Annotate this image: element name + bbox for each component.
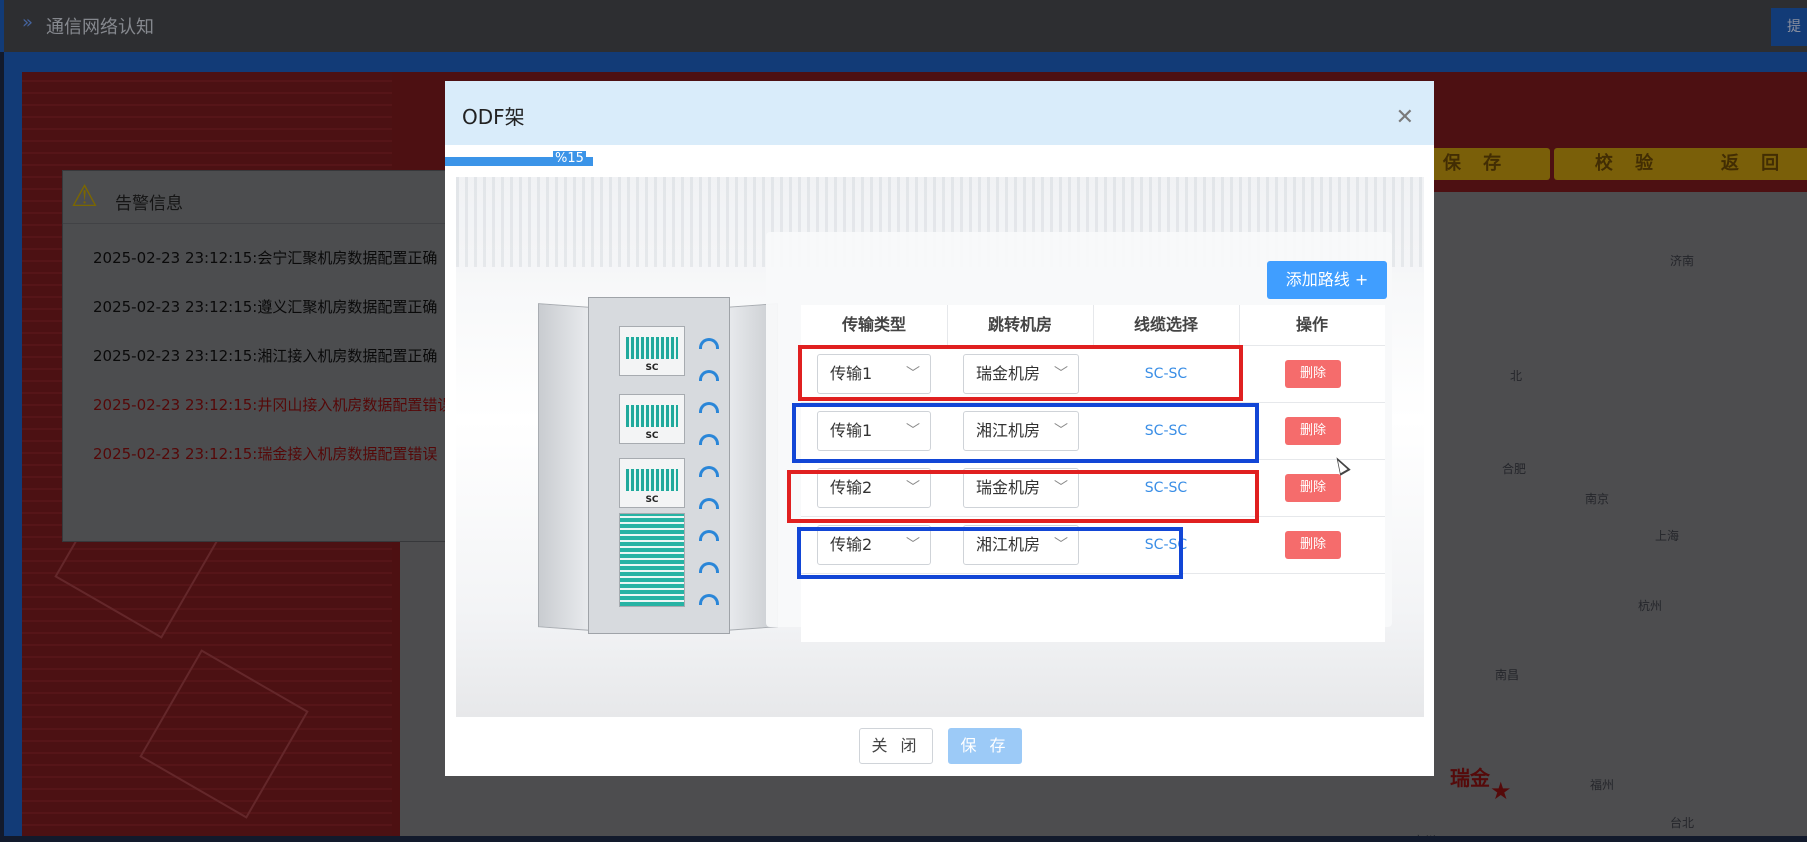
- cable-hook-icon: [699, 434, 719, 445]
- progress-text: %15: [553, 151, 586, 166]
- close-button[interactable]: 关 闭: [859, 728, 933, 764]
- cable-hook-icon: [699, 498, 719, 509]
- add-route-button[interactable]: 添加路线 +: [1267, 261, 1387, 299]
- save-button[interactable]: 保 存: [948, 728, 1022, 764]
- cable-hook-icon: [699, 338, 719, 349]
- table-header: 跳转机房: [987, 315, 1052, 334]
- cable-hook-icon: [699, 562, 719, 573]
- highlight-box-blue: [792, 403, 1259, 463]
- delete-button[interactable]: 删除: [1285, 531, 1341, 559]
- cable-hook-icon: [699, 370, 719, 381]
- cable-hook-icon: [699, 594, 719, 605]
- odf-modal: ODF架 ✕ %15 SC SC SC 添加路线 + 传输类型 跳转机房 线缆选…: [445, 81, 1434, 776]
- highlight-box-red: [798, 345, 1243, 401]
- cable-hook-icon: [699, 466, 719, 477]
- odf-panel: SC: [619, 394, 685, 444]
- delete-button[interactable]: 删除: [1285, 417, 1341, 445]
- highlight-box-blue: [797, 527, 1183, 579]
- highlight-box-red: [787, 470, 1259, 523]
- fiber-tray: [619, 513, 685, 607]
- odf-cabinet: SC SC SC: [538, 297, 778, 634]
- close-icon[interactable]: ✕: [1396, 105, 1414, 130]
- cable-hook-icon: [699, 530, 719, 541]
- progress-bar: [445, 157, 1434, 166]
- cabinet-door-left: [538, 303, 590, 631]
- cable-hook-icon: [699, 402, 719, 413]
- delete-button[interactable]: 删除: [1285, 360, 1341, 388]
- table-header: 线缆选择: [1133, 315, 1198, 334]
- cabinet-body: SC SC SC: [588, 297, 730, 634]
- modal-title: ODF架: [462, 105, 525, 129]
- delete-button[interactable]: 删除: [1285, 474, 1341, 502]
- odf-panel: SC: [619, 326, 685, 376]
- modal-header: ODF架 ✕: [445, 81, 1434, 145]
- table-header: 操作: [1295, 315, 1328, 334]
- odf-panel: SC: [619, 458, 685, 508]
- table-header: 传输类型: [841, 315, 906, 334]
